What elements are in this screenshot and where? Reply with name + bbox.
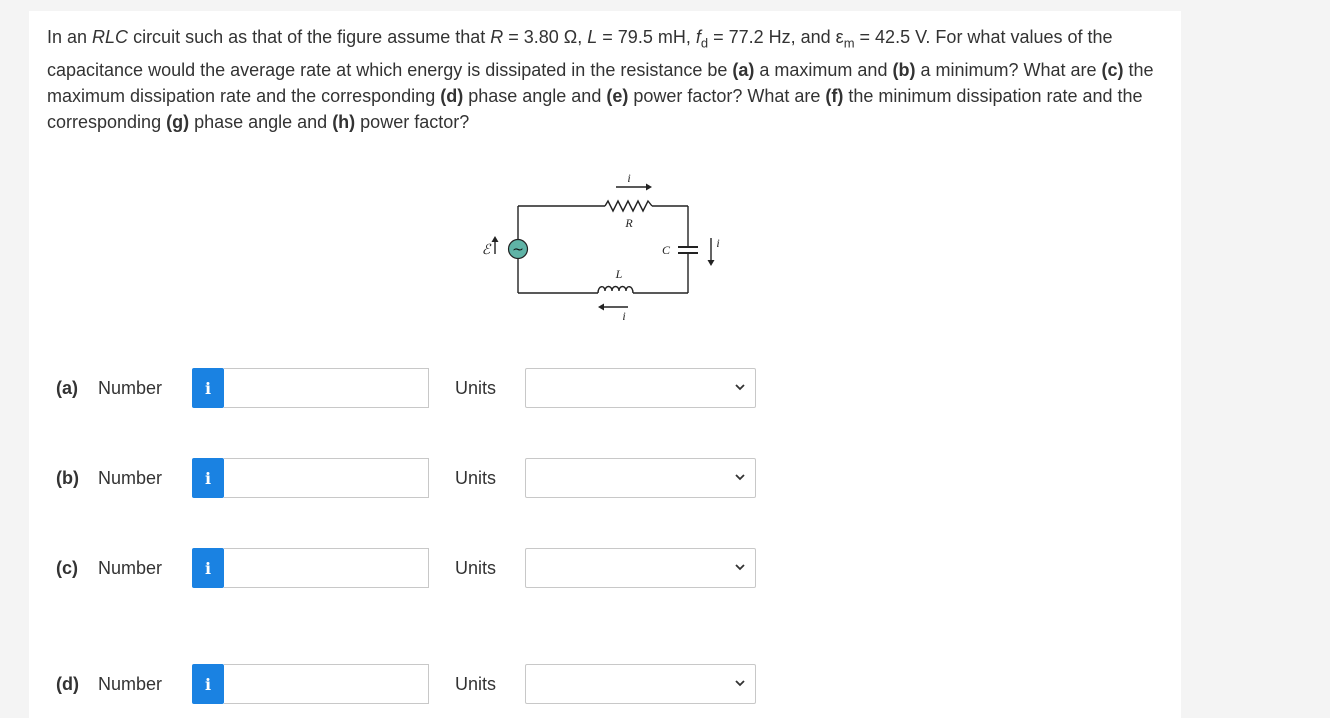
q-text: power factor? What are (628, 85, 826, 106)
q-rlc: RLC (92, 27, 129, 47)
info-glyph: i (204, 378, 212, 398)
arrowhead-emf (491, 236, 499, 242)
arrowhead-bottom (598, 303, 604, 311)
number-label: Number (98, 674, 163, 694)
info-glyph: i (204, 674, 212, 694)
q-part-a: (a) (732, 59, 755, 80)
number-input[interactable] (224, 368, 429, 408)
units-label: Units (455, 378, 497, 398)
info-glyph: i (204, 558, 212, 578)
question-text: In an RLC circuit such as that of the fi… (47, 24, 1157, 135)
q-part-e: (e) (606, 85, 629, 106)
part-label: (d) (56, 674, 79, 694)
units-select[interactable] (525, 368, 756, 408)
inductor-symbol (597, 285, 634, 294)
q-text: = 79.5 mH, (597, 27, 696, 47)
label-C: C (662, 243, 671, 257)
q-text: phase angle and (189, 111, 333, 132)
number-label: Number (98, 378, 163, 398)
info-icon[interactable]: i (192, 458, 224, 498)
q-sub-m: m (843, 35, 855, 51)
info-icon[interactable]: i (192, 548, 224, 588)
chevron-down-icon (735, 680, 745, 687)
q-text: circuit such as that of the figure assum… (128, 27, 491, 47)
info-icon[interactable]: i (192, 368, 224, 408)
rlc-circuit-figure: ~ i R C i L i ℰ (482, 171, 720, 323)
part-label: (c) (56, 558, 78, 578)
ac-source-symbol: ~ (512, 242, 524, 258)
units-select[interactable] (525, 664, 756, 704)
label-i-bottom: i (622, 309, 625, 323)
q-text: = 3.80 Ω, (503, 27, 588, 47)
number-input[interactable] (224, 458, 429, 498)
chevron-down-icon (735, 384, 745, 391)
units-label: Units (455, 674, 497, 694)
q-text: power factor? (355, 111, 470, 132)
q-text: = 77.2 Hz, and ε (708, 27, 844, 47)
q-text: phase angle and (463, 85, 607, 106)
q-part-b: (b) (892, 59, 916, 80)
part-label: (b) (56, 468, 79, 488)
q-part-f: (f) (825, 85, 844, 106)
number-label: Number (98, 468, 163, 488)
chevron-down-icon (735, 564, 745, 571)
number-input[interactable] (224, 664, 429, 704)
info-icon[interactable]: i (192, 664, 224, 704)
arrowhead-right (707, 260, 715, 266)
q-sub-d: d (700, 35, 709, 51)
label-R: R (624, 216, 633, 230)
resistor-symbol (604, 199, 653, 213)
arrowhead-top (646, 183, 652, 191)
q-part-d: (d) (440, 85, 464, 106)
q-part-h: (h) (332, 111, 356, 132)
q-part-g: (g) (166, 111, 190, 132)
units-select[interactable] (525, 458, 756, 498)
units-label: Units (455, 468, 497, 488)
chevron-down-icon (735, 474, 745, 481)
label-i-right: i (716, 236, 719, 250)
part-label: (a) (56, 378, 78, 398)
label-L: L (615, 267, 623, 281)
units-label: Units (455, 558, 497, 578)
q-text: In an (47, 27, 93, 47)
q-text: a maximum and (754, 59, 893, 80)
q-part-c: (c) (1101, 59, 1124, 80)
label-emf: ℰ (482, 243, 492, 258)
units-select[interactable] (525, 548, 756, 588)
q-L: L (587, 27, 598, 47)
number-input[interactable] (224, 548, 429, 588)
info-glyph: i (204, 468, 212, 488)
label-i-top: i (627, 171, 630, 185)
q-text: a minimum? What are (915, 59, 1102, 80)
number-label: Number (98, 558, 163, 578)
q-R: R (490, 27, 504, 47)
